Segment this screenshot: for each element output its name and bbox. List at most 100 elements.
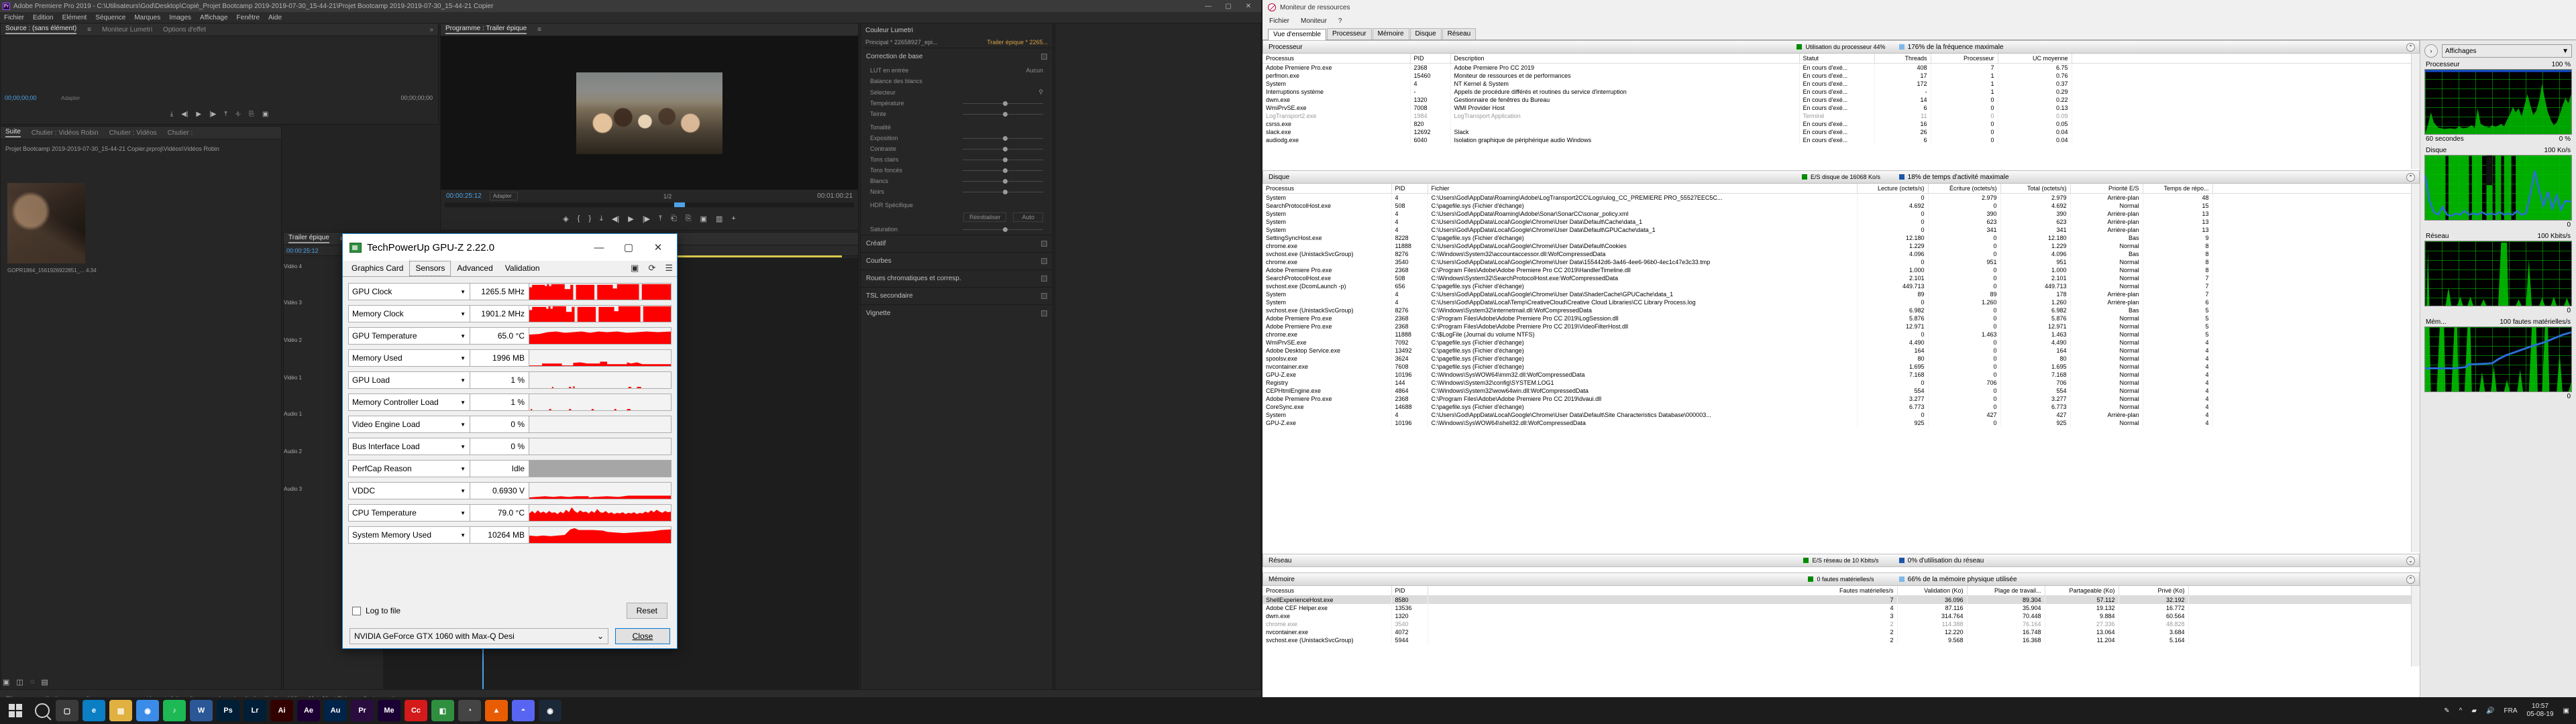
row-lut-en-entree[interactable]: LUT en entrée Aucun — [861, 65, 1053, 76]
show-hidden-icons[interactable]: ^ — [2459, 707, 2463, 715]
timeline-timecode[interactable]: 00:00:25:12 — [286, 247, 319, 254]
column-header[interactable]: Processus — [1263, 54, 1411, 64]
row-noirs[interactable]: Noirs — [861, 186, 1053, 197]
table-row[interactable]: System 4 C:\Users\God\AppData\Local\Google… — [1263, 411, 2420, 419]
section-courbes[interactable]: Courbes — [861, 252, 1053, 269]
taskbar-word-icon[interactable]: W — [190, 700, 213, 721]
start-button[interactable] — [0, 697, 31, 724]
column-header[interactable]: Validation (Ko) — [1897, 586, 1968, 596]
column-header[interactable]: Description — [1450, 54, 1800, 64]
lumetri-master-clip[interactable]: Principal * 22658927_epi... — [865, 39, 938, 46]
menu-marques[interactable]: Marques — [134, 14, 160, 21]
chevron-down-icon[interactable]: ▼ — [460, 422, 466, 428]
expand-panel-icon[interactable]: › — [2424, 44, 2438, 58]
disk-table-scrollbar[interactable] — [2411, 184, 2420, 552]
chevron-down-icon[interactable]: ▼ — [460, 510, 466, 516]
menu-icon[interactable]: ☰ — [665, 263, 673, 274]
column-header[interactable]: PID — [1410, 54, 1451, 64]
table-row[interactable]: chrome.exe 3540 2 114.388 76.164 27.336 48.828 — [1263, 620, 2420, 628]
tab-source[interactable]: Source : (sans élément) — [5, 25, 77, 34]
taskbar-premiere-icon[interactable]: Pr — [351, 700, 374, 721]
gpuz-maximize-button[interactable]: ▢ — [614, 235, 643, 260]
menu-element[interactable]: Elément — [62, 14, 87, 21]
chevron-down-icon[interactable]: ▼ — [460, 311, 466, 317]
menu-help[interactable]: ? — [1338, 17, 1342, 25]
tons-fonces-slider[interactable] — [963, 168, 1043, 173]
taskbar-edge-icon[interactable]: e — [83, 700, 105, 721]
collapse-cpu-icon[interactable]: ⌃ — [2406, 42, 2415, 52]
go-to-in-icon[interactable]: ⤓ — [600, 215, 603, 223]
text-tool-icon[interactable]: ▤ — [41, 678, 48, 686]
section-toggle-checkbox[interactable] — [1041, 54, 1047, 60]
section-toggle-checkbox[interactable] — [1041, 310, 1047, 316]
play-icon[interactable]: ▶ — [196, 111, 201, 118]
play-icon[interactable]: ▶ — [628, 215, 633, 223]
lumetri-sequence-clip[interactable]: Trailer épique * 2265... — [987, 39, 1048, 46]
table-row[interactable]: System 4 C:\Users\God\AppData\Local\Google… — [1263, 226, 2420, 234]
table-row[interactable]: Adobe Premiere Pro.exe 2368 C:\Program Fil… — [1263, 314, 2420, 322]
chevron-down-icon[interactable]: ▼ — [460, 444, 466, 450]
camera-icon[interactable]: ▣ — [631, 263, 639, 274]
section-tsl-secondaire[interactable]: TSL secondaire — [861, 287, 1053, 304]
table-row[interactable]: System 4 C:\Users\God\AppData\Roaming\Adob… — [1263, 210, 2420, 218]
chevron-down-icon[interactable]: ▼ — [460, 355, 466, 361]
tab-advanced[interactable]: Advanced — [451, 261, 498, 276]
sensor-name[interactable]: Memory Controller Load ▼ — [348, 394, 470, 411]
section-toggle-checkbox[interactable] — [1041, 293, 1047, 299]
tab-chutier-videos[interactable]: Chutier : Vidéos — [109, 129, 157, 137]
sensor-name[interactable]: CPU Temperature ▼ — [348, 504, 470, 522]
gpuz-minimize-button[interactable]: — — [584, 235, 614, 260]
taskbar-resource-monitor-icon[interactable]: ◔ — [458, 700, 481, 721]
taskbar-after-effects-icon[interactable]: Ae — [297, 700, 320, 721]
step-back-icon[interactable]: ◀| — [612, 215, 619, 223]
table-row[interactable]: chrome.exe 11888 C:\Users\God\AppData\Loca… — [1263, 242, 2420, 250]
network-icon[interactable]: ▰ — [2471, 707, 2477, 715]
table-row[interactable]: LogTransport2.exe 1984 LogTransport Applic… — [1263, 112, 2420, 120]
column-header[interactable]: Threads — [1874, 54, 1931, 64]
tab-sensors[interactable]: Sensors — [409, 261, 451, 276]
go-to-in-icon[interactable]: ⤓ — [170, 111, 173, 118]
cpu-process-table[interactable]: Processus PID Description Statut Threads Proc… — [1263, 54, 2420, 144]
auto-button[interactable]: Auto — [1013, 213, 1043, 222]
column-header[interactable]: Écriture (octets/s) — [1928, 184, 2001, 194]
tab-chutier[interactable]: Chutier : — [168, 129, 193, 137]
tab-vue-densemble[interactable]: Vue d'ensemble — [1268, 29, 1327, 40]
table-row[interactable]: chrome.exe 11888 C:\$LogFile (Journal du v… — [1263, 330, 2420, 339]
mark-out-icon[interactable]: } — [588, 215, 591, 223]
table-row[interactable]: SearchProtocolHost.exe 508 C:\Windows\Syst… — [1263, 274, 2420, 282]
taskbar-lightroom-icon[interactable]: Lr — [244, 700, 266, 721]
maximize-button[interactable]: ▢ — [1218, 0, 1238, 12]
teinte-slider[interactable] — [963, 111, 1043, 117]
go-to-out-icon[interactable]: ⤒ — [224, 111, 227, 118]
insert-icon[interactable]: ⎀ — [235, 111, 241, 118]
column-header[interactable]: Total (octets/s) — [2000, 184, 2071, 194]
gpu-select-dropdown[interactable]: NVIDIA GeForce GTX 1060 with Max-Q Desi … — [350, 628, 608, 644]
row-blancs[interactable]: Blancs — [861, 176, 1053, 186]
extract-icon[interactable]: ⎘ — [686, 215, 692, 223]
row-tons-fonces[interactable]: Tons foncés — [861, 165, 1053, 176]
sensor-name[interactable]: GPU Temperature ▼ — [348, 327, 470, 345]
taskbar-spotify-icon[interactable]: ♪ — [163, 700, 186, 721]
chevron-down-icon[interactable]: ▼ — [2562, 48, 2569, 55]
table-row[interactable]: svchost.exe (UnistackSvcGroup) 8276 C:\Win… — [1263, 250, 2420, 258]
gpuz-close-button[interactable]: ✕ — [643, 235, 673, 260]
notification-center-icon[interactable]: ▣ — [2563, 707, 2569, 715]
table-row[interactable]: Adobe Premiere Pro.exe 2368 C:\Program Fil… — [1263, 266, 2420, 274]
table-row[interactable]: Adobe Premiere Pro.exe 2368 C:\Program Fil… — [1263, 322, 2420, 330]
exposition-slider[interactable] — [963, 135, 1043, 141]
section-toggle-checkbox[interactable] — [1041, 258, 1047, 264]
column-header[interactable]: Temps de répo... — [2143, 184, 2213, 194]
table-row[interactable]: audiodg.exe 6040 Isolation graphique de pé… — [1263, 136, 2420, 144]
taskbar-discord-icon[interactable]: ◓ — [512, 700, 535, 721]
chevron-down-icon[interactable]: ▼ — [460, 333, 466, 339]
program-scrub-bar[interactable] — [445, 202, 854, 207]
menu-fichier[interactable]: Fichier — [1269, 17, 1289, 25]
taskbar-illustrator-icon[interactable]: Ai — [270, 700, 293, 721]
network-section-header[interactable]: Réseau E/S réseau de 10 Kbits/s 0% d'uti… — [1263, 554, 2420, 567]
section-correction-de-base[interactable]: Correction de base — [861, 48, 1053, 65]
table-row[interactable]: Adobe Premiere Pro.exe 2368 Adobe Premiere… — [1263, 63, 2420, 72]
column-header[interactable]: Statut — [1799, 54, 1875, 64]
column-header[interactable]: PID — [1391, 586, 1428, 596]
taskbar-vlc-icon[interactable]: ▲ — [485, 700, 508, 721]
step-forward-icon[interactable]: |▶ — [643, 215, 650, 223]
